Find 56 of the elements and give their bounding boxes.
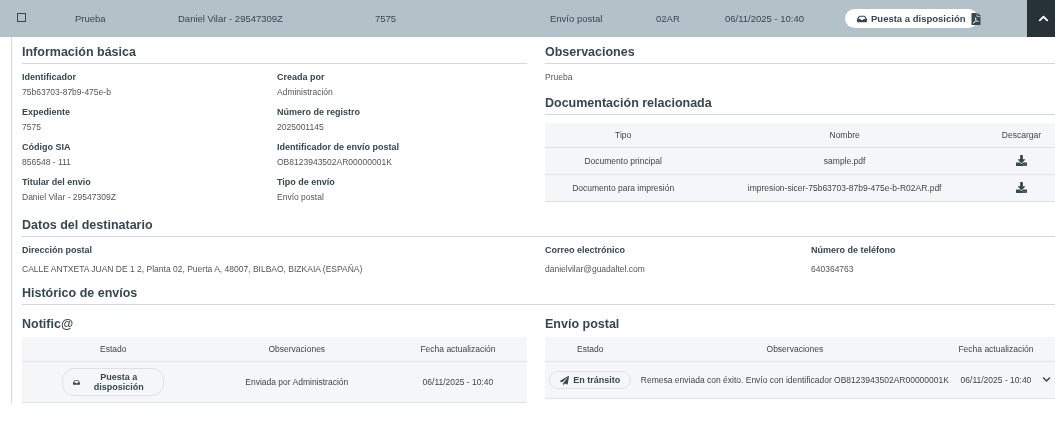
- table-cell: Documento para impresión: [545, 174, 702, 202]
- observations-text: Prueba: [545, 72, 574, 82]
- status-badge[interactable]: En tránsito: [549, 371, 632, 389]
- field-label: Expediente: [22, 107, 71, 117]
- field-label: Identificador de envío postal: [277, 142, 401, 152]
- field-value: 7575: [22, 122, 42, 132]
- row-cell-text: 06/11/2025 - 10:40: [725, 13, 806, 24]
- field-label: Creada por: [277, 72, 326, 82]
- section-title: Histórico de envíos: [22, 284, 1055, 305]
- row-cell-text: 7575: [375, 13, 398, 24]
- column-header: Observaciones: [204, 337, 389, 362]
- table-cell: 06/11/2025 - 10:40: [388, 361, 527, 403]
- field-value: Daniel Vilar - 29547309Z: [22, 192, 117, 202]
- table-cell: Enviada por Administración: [204, 361, 389, 403]
- column-header: Estado: [22, 337, 205, 362]
- field-value: 75b63703-87b9-475e-b: [22, 87, 112, 97]
- field-value: Envío postal: [277, 192, 325, 202]
- field-label: Número de teléfono: [811, 245, 897, 255]
- row-cell-text: Envío postal: [550, 13, 604, 24]
- field-value: Administración: [277, 87, 334, 97]
- column-header: Estado: [545, 337, 636, 362]
- row-cell-text: Prueba: [75, 13, 107, 24]
- column-header: Descargar: [987, 123, 1055, 148]
- field-value: CALLE ANTXETA JUAN DE 1 2, Planta 02, Puerta A, 48007, BILBAO, BIZKAIA (ESPAÑA): [22, 264, 364, 274]
- section-title: Documentación relacionada: [545, 94, 1055, 115]
- table-cell: Remesa enviada con éxito. Envío con identificador OB8123943502AR00000001K: [635, 361, 955, 399]
- status-badge[interactable]: Puesta a disposición: [62, 368, 165, 396]
- field-label: Identificador: [22, 72, 77, 82]
- field-label: Código SIA: [22, 142, 72, 152]
- field-label: Tipo de envío: [277, 177, 336, 187]
- section-title: Datos del destinatario: [22, 216, 1055, 237]
- field-value: 856548 - 111: [22, 157, 72, 167]
- field-value: danielvilar@guadaltel.com: [545, 264, 646, 274]
- table-cell: sample.pdf: [701, 147, 988, 175]
- column-header: Tipo: [545, 123, 702, 148]
- panel-title: Envío postal: [545, 317, 621, 331]
- table-cell: Documento principal: [545, 147, 702, 175]
- row-cell-text: Daniel Vilar - 29547309Z: [178, 13, 284, 24]
- section-title: Información básica: [22, 43, 527, 64]
- field-value: 2025001145: [277, 122, 325, 132]
- field-label: Correo electrónico: [545, 245, 627, 255]
- section-title: Observaciones: [545, 43, 1055, 64]
- field-value: OB8123943502AR00000001K: [277, 157, 393, 167]
- panel-title: Notific@: [22, 317, 75, 331]
- field-label: Titular del envio: [22, 177, 92, 187]
- field-value: 640364763: [811, 264, 855, 274]
- column-header: Fecha actualización: [954, 337, 1038, 362]
- status-badge: Puesta a disposición: [845, 9, 978, 28]
- row-cell-text: 02AR: [656, 13, 681, 24]
- column-header: Observaciones: [635, 337, 955, 362]
- field-label: Dirección postal: [22, 245, 94, 255]
- column-header: Fecha actualización: [388, 337, 527, 362]
- table-cell: 06/11/2025 - 10:40: [954, 361, 1038, 399]
- field-label: Número de registro: [277, 107, 362, 117]
- table-cell: impresion-sicer-75b63703-87b9-475e-b-R02AR.pdf: [701, 174, 988, 202]
- column-header: Nombre: [701, 123, 988, 148]
